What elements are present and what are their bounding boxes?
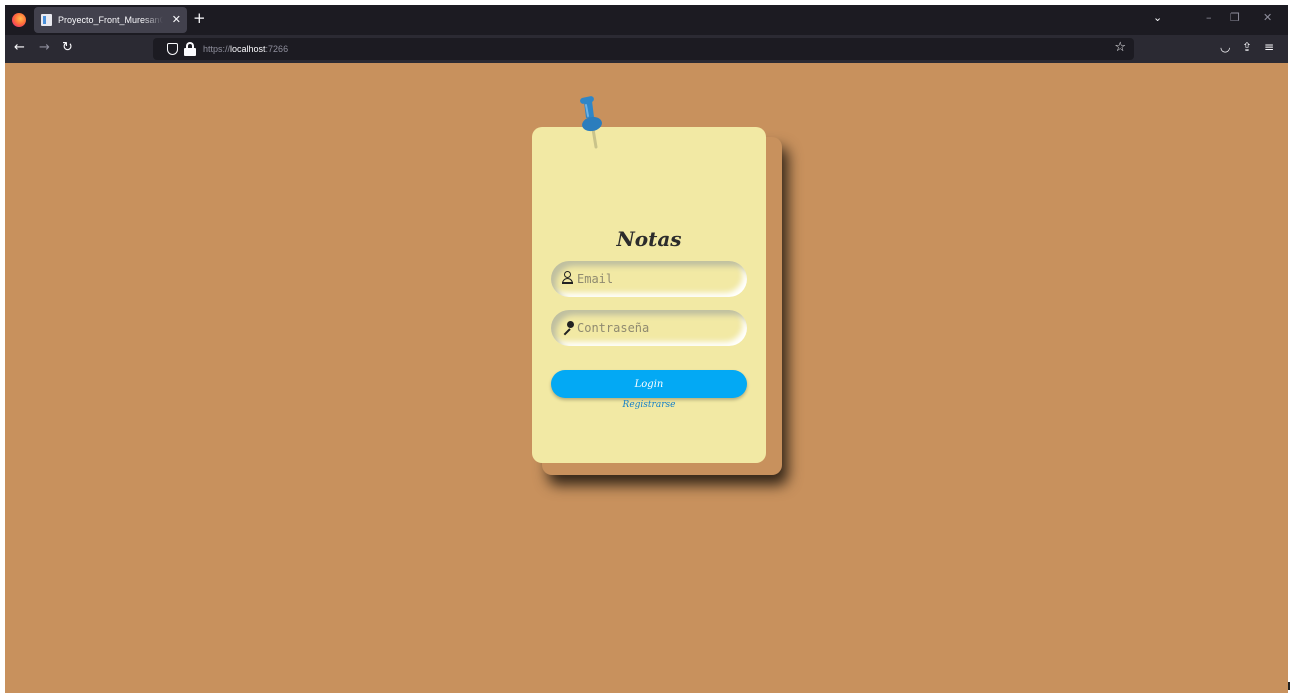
tab-list-chevron-icon[interactable]: ⌄ [1153, 11, 1162, 24]
reload-button[interactable]: ↻ [62, 40, 73, 55]
url-text[interactable]: https://localhost:7266 [203, 38, 288, 60]
password-field[interactable] [551, 310, 747, 346]
bookmark-star-icon[interactable]: ☆ [1114, 40, 1126, 55]
pocket-icon[interactable]: ◡ [1220, 40, 1230, 54]
url-host: localhost [230, 44, 266, 54]
push-pin-icon [580, 96, 602, 149]
tracking-protection-shield-icon[interactable] [167, 43, 178, 55]
lock-icon[interactable] [184, 42, 197, 56]
user-icon [561, 270, 575, 286]
browser-window: Proyecto_Front_MuresanCristian ✕ + ⌄ – ❐… [5, 5, 1288, 693]
close-window-icon[interactable]: ✕ [1263, 11, 1272, 24]
register-link[interactable]: Registrarse [532, 400, 766, 410]
new-tab-button[interactable]: + [193, 9, 206, 27]
navigation-bar: ← → ↻ https://localhost:7266 ☆ ◡ ⇪ ≡ [5, 35, 1288, 63]
page-favicon-icon [41, 14, 52, 26]
tab-active[interactable]: Proyecto_Front_MuresanCristian ✕ [34, 7, 187, 33]
minimize-icon[interactable]: – [1206, 11, 1212, 24]
tab-title: Proyecto_Front_MuresanCristian [58, 15, 163, 25]
login-note-card: Notas Login Registrarse [532, 127, 766, 463]
login-button[interactable]: Login [551, 370, 747, 398]
url-scheme: https:// [203, 44, 231, 54]
email-input[interactable] [577, 267, 737, 291]
key-icon [561, 319, 575, 336]
extensions-icon[interactable]: ⇪ [1242, 40, 1252, 54]
app-menu-icon[interactable]: ≡ [1264, 40, 1274, 54]
tab-close-icon[interactable]: ✕ [172, 7, 181, 33]
url-port: :7266 [265, 44, 289, 54]
forward-button[interactable]: → [39, 40, 50, 55]
tab-strip: Proyecto_Front_MuresanCristian ✕ + ⌄ – ❐… [5, 5, 1288, 35]
email-field[interactable] [551, 261, 747, 297]
page-title: Notas [616, 227, 682, 251]
back-button[interactable]: ← [14, 40, 25, 55]
restore-icon[interactable]: ❐ [1230, 11, 1240, 24]
url-bar[interactable]: https://localhost:7266 ☆ [153, 38, 1134, 60]
password-input[interactable] [577, 316, 737, 340]
firefox-logo-icon [12, 13, 26, 27]
